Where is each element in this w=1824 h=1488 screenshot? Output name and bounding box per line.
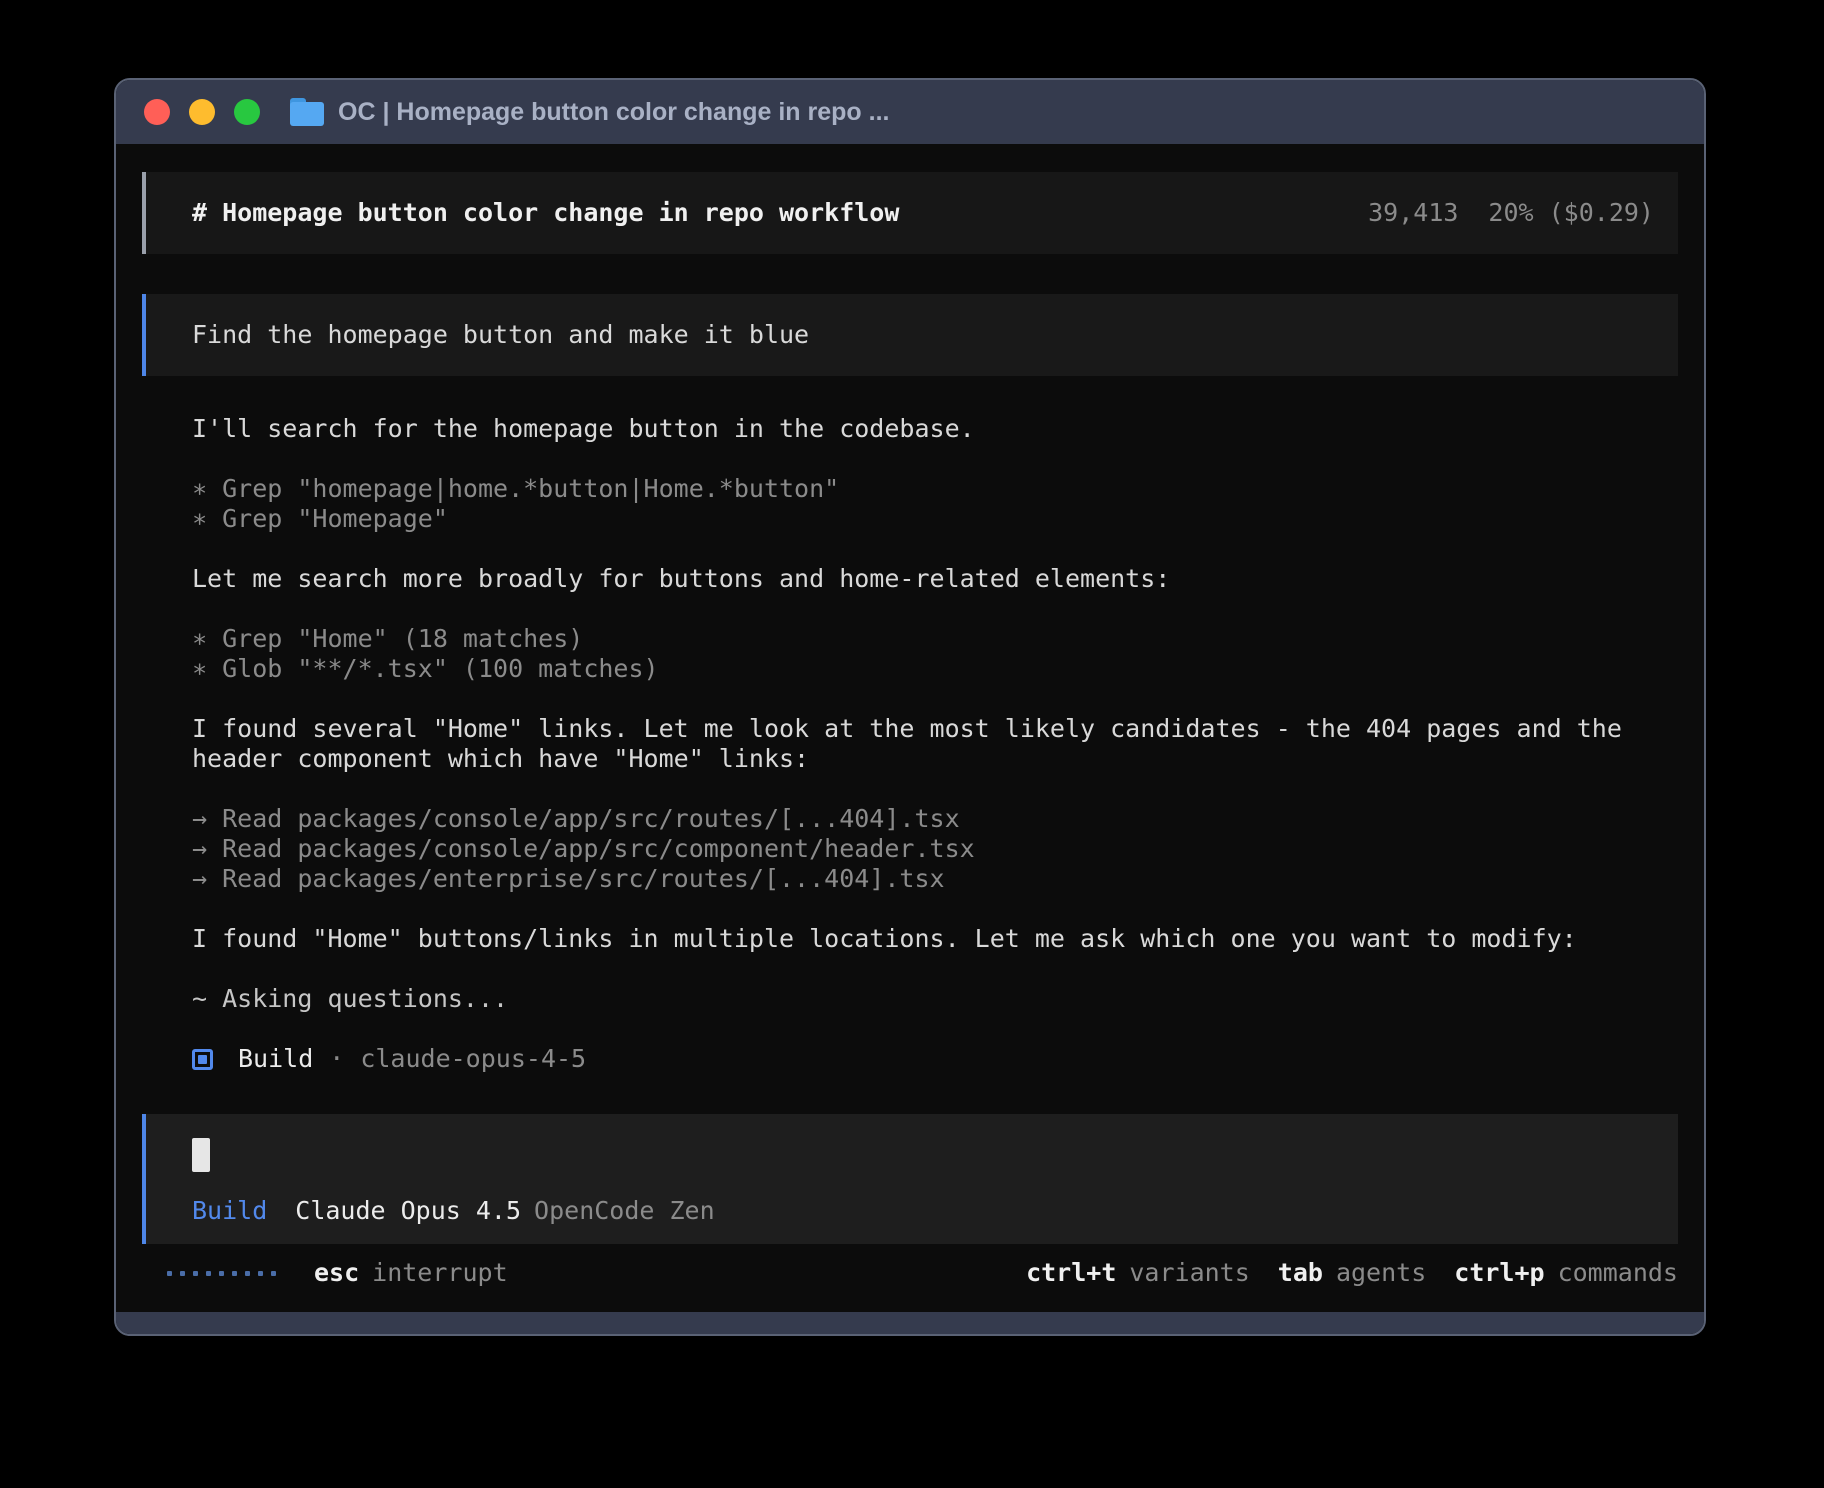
input-model: Claude Opus 4.5 [295,1196,521,1226]
close-button[interactable] [144,99,170,125]
agent-separator: · [329,1044,344,1074]
spinner-dot [219,1271,224,1276]
transcript-group: ~ Asking questions... [192,984,1672,1014]
spinner-dot [167,1271,172,1276]
hint-label: agents [1336,1258,1426,1288]
transcript-line: ∗ Grep "Home" (18 matches) [192,624,1672,654]
transcript-group: ∗ Grep "homepage|home.*button|Home.*butt… [192,474,1672,534]
hint-key: tab [1278,1258,1323,1288]
window-bottom-strip [116,1312,1704,1334]
key-hint: ctrl+t variants [1026,1258,1250,1288]
spinner-dots [167,1271,276,1276]
context-usage: 20% ($0.29) [1488,198,1654,228]
maximize-button[interactable] [234,99,260,125]
right-hints: ctrl+t variants tab agents ctrl+p commands [1026,1258,1678,1288]
key-hint: tab agents [1278,1258,1426,1288]
traffic-lights [144,99,260,125]
minimize-button[interactable] [189,99,215,125]
input-footer: Build Claude Opus 4.5 OpenCode Zen [192,1196,1654,1226]
spinner-dot [193,1271,198,1276]
transcript-group: Let me search more broadly for buttons a… [192,564,1672,594]
user-message: Find the homepage button and make it blu… [142,294,1678,376]
transcript-line: I found several "Home" links. Let me loo… [192,714,1672,774]
terminal-content: # Homepage button color change in repo w… [116,144,1704,1312]
transcript-line: ∗ Grep "Homepage" [192,504,1672,534]
status-bar: escinterrupt ctrl+tvariantstabagentsctrl… [142,1258,1678,1288]
terminal-window: OC | Homepage button color change in rep… [114,78,1706,1336]
spinner-dot [180,1271,185,1276]
transcript-line: ~ Asking questions... [192,984,1672,1014]
user-message-text: Find the homepage button and make it blu… [192,320,809,350]
token-count: 39,413 [1368,198,1458,228]
input-provider: OpenCode Zen [534,1196,715,1226]
agent-status-row: Build · claude-opus-4-5 [142,1044,1678,1074]
transcript-line: I found "Home" buttons/links in multiple… [192,924,1672,954]
transcript: I'll search for the homepage button in t… [142,414,1672,1014]
agent-label: Build [238,1044,313,1074]
transcript-group: I found several "Home" links. Let me loo… [192,714,1672,774]
transcript-line: → Read packages/enterprise/src/routes/[.… [192,864,1672,894]
transcript-line: I'll search for the homepage button in t… [192,414,1672,444]
transcript-line: → Read packages/console/app/src/componen… [192,834,1672,864]
left-hints: esc interrupt [314,1258,508,1288]
window-title: OC | Homepage button color change in rep… [338,98,889,127]
hint-label: commands [1558,1258,1678,1288]
transcript-line: → Read packages/console/app/src/routes/[… [192,804,1672,834]
text-cursor [192,1138,210,1172]
spinner-dot [206,1271,211,1276]
transcript-line: ∗ Glob "**/*.tsx" (100 matches) [192,654,1672,684]
hint-label: interrupt [372,1258,507,1288]
spinner-dot [271,1271,276,1276]
spinner-dot [258,1271,263,1276]
hint-key: esc [314,1258,359,1288]
transcript-group: I found "Home" buttons/links in multiple… [192,924,1672,954]
transcript-group: → Read packages/console/app/src/routes/[… [192,804,1672,894]
input-mode-badge: Build [192,1196,267,1226]
hint-key: ctrl+p [1454,1258,1544,1288]
session-title: # Homepage button color change in repo w… [192,198,899,228]
transcript-line: Let me search more broadly for buttons a… [192,564,1672,594]
build-agent-icon [192,1049,213,1070]
session-header: # Homepage button color change in repo w… [142,172,1678,254]
session-metrics: 39,413 20% ($0.29) [1368,198,1654,228]
spinner-dot [232,1271,237,1276]
key-hint: esc interrupt [314,1258,508,1288]
key-hint: ctrl+p commands [1454,1258,1678,1288]
status-left: esc interrupt [142,1258,508,1288]
transcript-group: ∗ Grep "Home" (18 matches)∗ Glob "**/*.t… [192,624,1672,684]
hint-label: variants [1129,1258,1249,1288]
folder-icon [290,98,324,126]
transcript-group: I'll search for the homepage button in t… [192,414,1672,444]
agent-model: claude-opus-4-5 [360,1044,586,1074]
prompt-input[interactable]: Build Claude Opus 4.5 OpenCode Zen [142,1114,1678,1244]
window-titlebar: OC | Homepage button color change in rep… [116,80,1704,144]
spinner-dot [245,1271,250,1276]
desktop: OC | Homepage button color change in rep… [0,0,1824,1488]
transcript-line: ∗ Grep "homepage|home.*button|Home.*butt… [192,474,1672,504]
hint-key: ctrl+t [1026,1258,1116,1288]
